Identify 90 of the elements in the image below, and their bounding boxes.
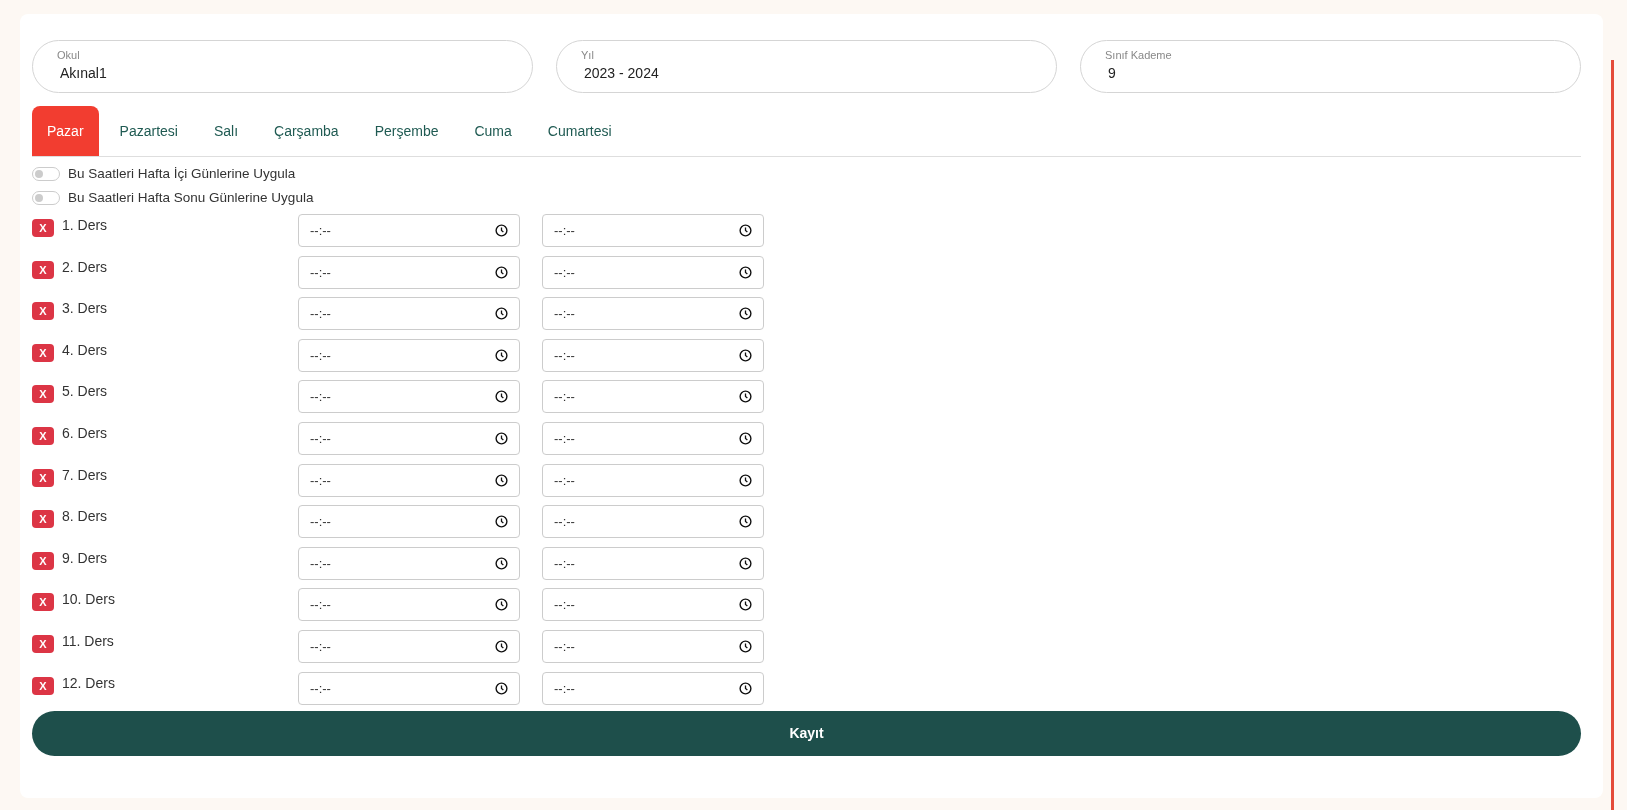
end-time-field[interactable]: --:--: [542, 671, 764, 705]
end-time-field[interactable]: --:--: [542, 255, 764, 289]
toggle-switch[interactable]: [32, 166, 60, 181]
clock-icon[interactable]: [495, 348, 508, 362]
field-value: Akınal1: [59, 65, 107, 81]
clock-icon[interactable]: [495, 224, 508, 237]
lesson-label: 5. Ders: [62, 383, 108, 400]
clock-icon[interactable]: [495, 639, 508, 653]
end-time-field[interactable]: --:--: [542, 546, 764, 580]
field-label: Yıl: [581, 49, 594, 61]
lesson-label: 2. Ders: [62, 258, 108, 275]
clock-icon[interactable]: [495, 515, 508, 529]
clock-icon[interactable]: [495, 431, 508, 445]
remove-button[interactable]: X: [32, 385, 54, 404]
end-time-field[interactable]: --:--: [542, 214, 764, 247]
lesson-label: 8. Ders: [62, 508, 108, 525]
end-time-field[interactable]: --:--: [542, 338, 764, 372]
remove-button[interactable]: X: [32, 593, 54, 612]
remove-button[interactable]: X: [32, 343, 54, 362]
lesson-label: 7. Ders: [62, 466, 108, 483]
clock-icon[interactable]: [495, 681, 508, 695]
remove-button[interactable]: X: [32, 302, 54, 321]
start-time-field[interactable]: --:--: [298, 297, 520, 331]
clock-icon[interactable]: [739, 556, 752, 570]
end-time-field[interactable]: --:--: [542, 421, 764, 455]
start-time-field[interactable]: --:--: [298, 671, 520, 705]
start-time-field[interactable]: --:--: [298, 629, 520, 663]
day-tab[interactable]: Cuma: [459, 106, 527, 156]
clock-icon[interactable]: [495, 307, 508, 321]
lesson-label: 1. Ders: [62, 217, 108, 233]
start-time-field[interactable]: --:--: [298, 421, 520, 455]
clock-icon[interactable]: [739, 639, 752, 653]
start-time-field[interactable]: --:--: [298, 463, 520, 497]
remove-button[interactable]: X: [32, 634, 54, 653]
remove-button[interactable]: X: [32, 426, 54, 445]
lesson-label: 4. Ders: [62, 341, 108, 358]
lesson-label: 12. Ders: [62, 674, 115, 691]
clock-icon[interactable]: [739, 307, 752, 321]
field-label: Sınıf Kademe: [1105, 49, 1172, 61]
end-time-field[interactable]: --:--: [542, 629, 764, 663]
clock-icon[interactable]: [739, 390, 752, 404]
start-time-field[interactable]: --:--: [298, 380, 520, 414]
field-label: Okul: [57, 49, 80, 61]
day-tab[interactable]: Salı: [198, 106, 254, 156]
remove-button[interactable]: X: [32, 219, 54, 237]
remove-button[interactable]: X: [32, 510, 54, 529]
clock-icon[interactable]: [739, 431, 752, 445]
clock-icon[interactable]: [739, 473, 752, 487]
lesson-label: 10. Ders: [62, 591, 115, 608]
toggle-label: Bu Saatleri Hafta Sonu Günlerine Uygula: [68, 190, 314, 205]
day-tab[interactable]: Cumartesi: [532, 106, 627, 156]
day-tab[interactable]: Çarşamba: [259, 106, 354, 156]
end-time-field[interactable]: --:--: [542, 505, 764, 539]
end-time-field[interactable]: --:--: [542, 463, 764, 497]
clock-icon[interactable]: [495, 556, 508, 570]
clock-icon[interactable]: [739, 598, 752, 612]
lesson-label: 3. Ders: [62, 300, 108, 317]
day-tab[interactable]: Pazar: [32, 106, 99, 156]
clock-icon[interactable]: [495, 265, 508, 279]
start-time-field[interactable]: --:--: [298, 338, 520, 372]
clock-icon[interactable]: [739, 224, 752, 237]
start-time-field[interactable]: --:--: [298, 546, 520, 580]
end-time-field[interactable]: --:--: [542, 588, 764, 622]
day-tab[interactable]: Pazartesi: [104, 106, 193, 156]
clock-icon[interactable]: [739, 265, 752, 279]
start-time-field[interactable]: --:--: [298, 255, 520, 289]
remove-button[interactable]: X: [32, 551, 54, 570]
clock-icon[interactable]: [495, 473, 508, 487]
day-tab[interactable]: Perşembe: [359, 106, 454, 156]
start-time-field[interactable]: --:--: [298, 505, 520, 539]
clock-icon[interactable]: [739, 515, 752, 529]
clock-icon[interactable]: [739, 681, 752, 695]
save-button[interactable]: Kayıt: [32, 710, 1581, 756]
start-time-field[interactable]: --:--: [298, 588, 520, 622]
clock-icon[interactable]: [495, 598, 508, 612]
start-time-field[interactable]: --:--: [298, 214, 520, 247]
clock-icon[interactable]: [495, 390, 508, 404]
lesson-label: 9. Ders: [62, 549, 108, 566]
clock-icon[interactable]: [739, 348, 752, 362]
lesson-label: 11. Ders: [62, 632, 114, 649]
field-value: 9: [1107, 65, 1116, 81]
end-time-field[interactable]: --:--: [542, 297, 764, 331]
toggle-switch[interactable]: [32, 190, 60, 205]
remove-button[interactable]: X: [32, 468, 54, 487]
lesson-label: 6. Ders: [62, 424, 108, 441]
end-time-field[interactable]: --:--: [542, 380, 764, 414]
field-value: 2023 - 2024: [583, 65, 659, 81]
toggle-label: Bu Saatleri Hafta İçi Günlerine Uygula: [68, 166, 296, 181]
remove-button[interactable]: X: [32, 676, 54, 695]
remove-button[interactable]: X: [32, 260, 54, 279]
